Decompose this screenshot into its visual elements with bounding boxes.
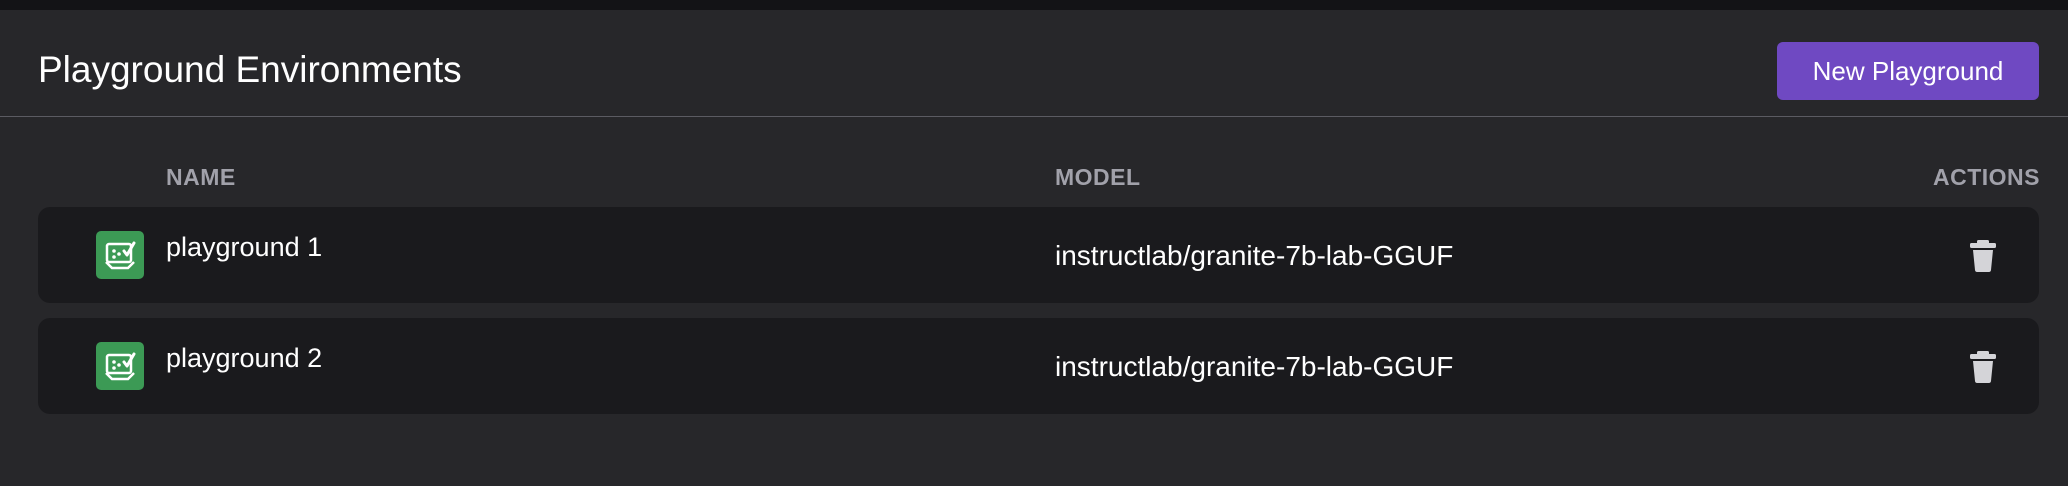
table-row[interactable]: playground 2 instructlab/granite-7b-lab-… — [38, 318, 2039, 414]
delete-playground-button[interactable] — [1963, 346, 2003, 386]
playground-name[interactable]: playground 1 — [166, 231, 322, 263]
playground-name[interactable]: playground 2 — [166, 342, 322, 374]
delete-playground-button[interactable] — [1963, 235, 2003, 275]
trash-icon — [1970, 351, 1996, 383]
column-header-model: MODEL — [1055, 164, 1141, 190]
playground-model: instructlab/granite-7b-lab-GGUF — [1055, 240, 1454, 271]
top-bar — [0, 0, 2068, 10]
page-title: Playground Environments — [38, 49, 462, 90]
playground-model: instructlab/granite-7b-lab-GGUF — [1055, 351, 1454, 382]
playground-icon — [96, 342, 144, 390]
new-playground-button[interactable]: New Playground — [1777, 42, 2039, 100]
trash-icon — [1970, 240, 1996, 272]
table-row[interactable]: playground 1 instructlab/granite-7b-lab-… — [38, 207, 2039, 303]
column-header-actions: ACTIONS — [1933, 164, 2040, 190]
playground-icon — [96, 231, 144, 279]
column-header-name: NAME — [166, 164, 236, 190]
page-header: Playground Environments New Playground — [0, 10, 2068, 117]
